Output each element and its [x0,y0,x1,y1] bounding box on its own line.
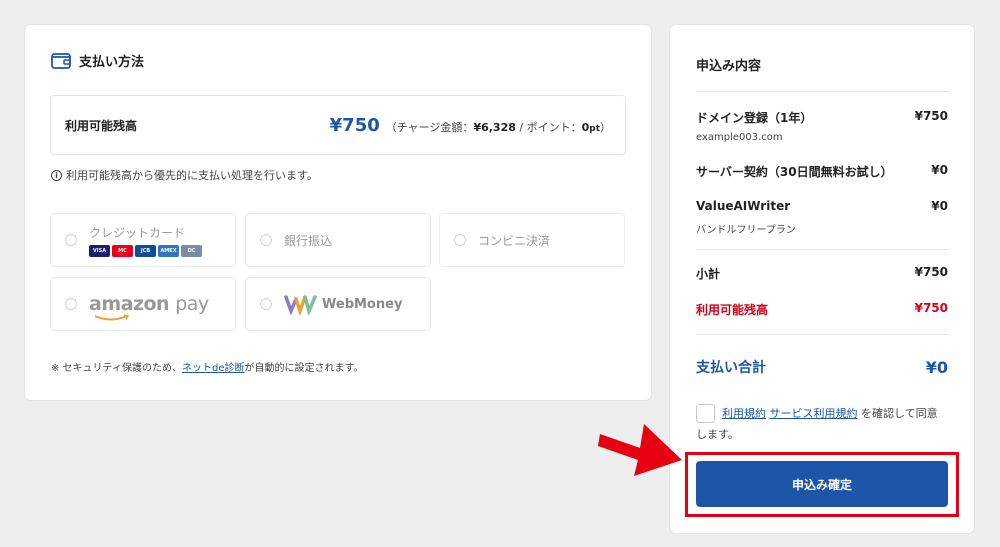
total-row: 支払い合計 ¥0 [696,357,948,377]
amazon-pay-logo: amazon pay [89,293,209,321]
balance-amount: ¥750 [329,114,380,136]
subtotal-value: ¥750 [914,265,948,279]
amex-logo-icon: AMEX [158,244,179,257]
radio-webmoney[interactable] [260,298,272,310]
points-unit: pt [589,123,600,134]
balance-applied-row: 利用可能残高 ¥750 [696,301,948,318]
payment-option-webmoney[interactable]: WebMoney [245,277,431,331]
balance-detail-mid: / ポイント： [515,120,582,134]
order-item-price: ¥0 [931,163,948,177]
payment-method-heading: 支払い方法 [51,51,144,70]
confirm-order-button[interactable]: 申込み確定 [696,461,948,507]
total-label: 支払い合計 [696,360,766,376]
order-item-price: ¥0 [931,199,948,213]
order-item-price: ¥750 [914,109,948,123]
order-item-sub: バンドルフリープラン [696,225,796,236]
order-item-name: ドメイン登録（1年） [696,111,813,125]
payment-method-title: 支払い方法 [79,55,145,70]
radio-credit-card[interactable] [65,234,77,246]
balance-applied-value: ¥750 [914,301,948,315]
radio-convenience-store[interactable] [454,234,466,246]
info-note-text: 利用可能残高から優先的に支払い処理を行います。 [66,169,318,182]
divider [696,334,948,335]
security-note-suffix: が自動的に設定されます。 [244,363,364,374]
order-summary-title: 申込み内容 [696,59,762,74]
diners-logo-icon: DC [181,244,202,257]
payment-option-credit-card[interactable]: クレジットカード VISA MC JCB AMEX DC [50,213,236,267]
amazon-smile-icon [94,314,130,321]
card-brand-logos: VISA MC JCB AMEX DC [89,244,202,257]
balance-box: 利用可能残高 ¥750 （チャージ金額：¥6,328 / ポイント：0pt） [50,95,626,155]
webmoney-label: WebMoney [322,296,403,312]
amazon-pay-brand: amazon [89,293,170,315]
net-de-shindan-link[interactable]: ネットde診断 [182,363,245,374]
pointer-arrow-icon [598,424,682,476]
payment-option-bank-transfer[interactable]: 銀行振込 [245,213,431,267]
balance-detail: （チャージ金額：¥6,328 / ポイント：0pt） [386,119,611,135]
balance-label: 利用可能残高 [65,118,138,133]
payment-option-convenience-store[interactable]: コンビニ決済 [439,213,625,267]
subtotal-label: 小計 [696,267,721,281]
total-value: ¥0 [925,357,948,377]
convenience-store-label: コンビニ決済 [478,233,551,248]
payment-method-card: 支払い方法 利用可能残高 ¥750 （チャージ金額：¥6,328 / ポイント：… [25,25,651,400]
divider [696,249,948,250]
terms-agreement: 利用規約 サービス利用規約 を確認して同意します。 [696,403,948,445]
order-item-sub: example003.com [696,132,783,143]
balance-applied-label: 利用可能残高 [696,303,769,317]
info-note: i 利用可能残高から優先的に支払い処理を行います。 [51,167,318,183]
payment-option-amazon-pay[interactable]: amazon pay [50,277,236,331]
terms-link[interactable]: 利用規約 [722,407,766,420]
mastercard-logo-icon: MC [112,244,133,257]
webmoney-logo: WebMoney [284,293,402,315]
order-item-valueaiwriter: ValueAIWriter ¥0 [696,199,948,213]
balance-summary: ¥750 （チャージ金額：¥6,328 / ポイント：0pt） [330,115,611,136]
security-note: ※ セキュリティ保護のため、ネットde診断が自動的に設定されます。 [51,359,363,374]
visa-logo-icon: VISA [89,244,110,257]
service-terms-link[interactable]: サービス利用規約 [770,407,858,420]
info-icon: i [51,169,62,181]
radio-amazon-pay[interactable] [65,298,77,310]
amazon-pay-suffix: pay [175,293,209,315]
order-item-server: サーバー契約（30日間無料お試し） ¥0 [696,163,948,180]
charge-amount: ¥6,328 [473,120,516,134]
order-item-name: ValueAIWriter [696,199,791,213]
bank-transfer-label: 銀行振込 [284,233,333,248]
balance-detail-prefix: （チャージ金額： [385,120,474,134]
subtotal-row: 小計 ¥750 [696,265,948,282]
webmoney-mark-icon [284,295,317,315]
balance-detail-suffix: ） [600,120,611,134]
security-note-prefix: ※ セキュリティ保護のため、 [51,363,182,374]
credit-card-content: クレジットカード VISA MC JCB AMEX DC [89,224,202,257]
terms-checkbox[interactable] [696,404,715,423]
radio-bank-transfer[interactable] [260,234,272,246]
order-item-name: サーバー契約（30日間無料お試し） [696,165,893,179]
divider [696,91,948,92]
jcb-logo-icon: JCB [135,244,156,257]
wallet-icon [51,52,71,69]
order-item-domain: ドメイン登録（1年） ¥750 [696,109,948,126]
credit-card-label: クレジットカード [89,225,186,240]
